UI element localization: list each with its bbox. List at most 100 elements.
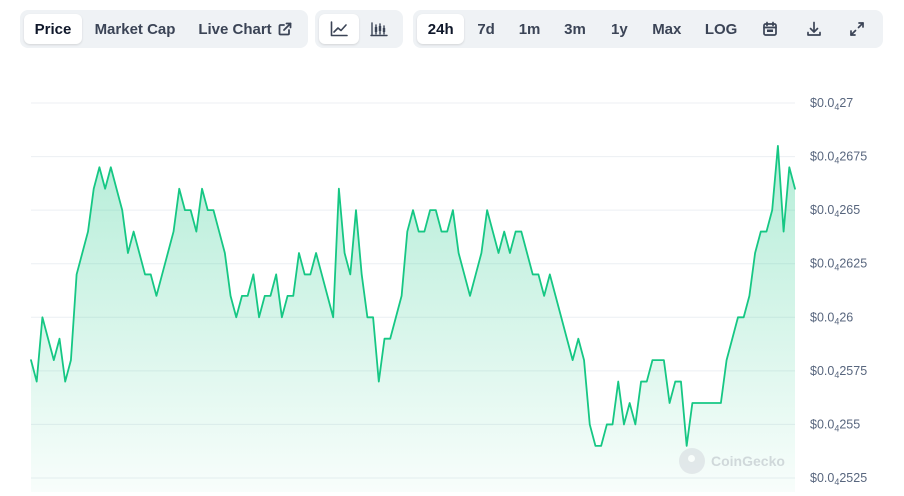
price-point: [646, 381, 648, 383]
price-point: [520, 231, 522, 233]
price-point: [76, 273, 78, 275]
price-point: [549, 273, 551, 275]
coingecko-watermark: CoinGecko: [679, 448, 785, 474]
price-point: [144, 273, 146, 275]
price-point: [275, 273, 277, 275]
price-point: [446, 231, 448, 233]
price-point: [651, 359, 653, 361]
price-point: [583, 359, 585, 361]
price-point: [70, 359, 72, 361]
price-point: [754, 252, 756, 254]
price-point: [458, 252, 460, 254]
price-point: [361, 273, 363, 275]
price-point: [406, 231, 408, 233]
price-point: [304, 273, 306, 275]
price-point: [480, 252, 482, 254]
price-point: [634, 423, 636, 425]
price-point: [167, 252, 169, 254]
price-point: [669, 402, 671, 404]
price-point: [93, 188, 95, 190]
price-point: [760, 231, 762, 233]
price-point: [418, 231, 420, 233]
price-point: [36, 381, 38, 383]
price-point: [190, 209, 192, 211]
price-point: [355, 209, 357, 211]
price-point: [680, 381, 682, 383]
price-point: [292, 295, 294, 297]
price-point: [269, 295, 271, 297]
price-point: [743, 316, 745, 318]
price-point: [469, 295, 471, 297]
price-point: [207, 209, 209, 211]
price-point: [121, 209, 123, 211]
price-point: [241, 295, 243, 297]
price-point: [577, 338, 579, 340]
price-point: [218, 231, 220, 233]
price-point: [429, 209, 431, 211]
price-point: [349, 273, 351, 275]
y-tick-label: $0.04265: [810, 203, 860, 219]
price-point: [617, 381, 619, 383]
price-point: [104, 188, 106, 190]
price-point: [321, 273, 323, 275]
price-point: [230, 295, 232, 297]
price-point: [155, 295, 157, 297]
price-point: [674, 381, 676, 383]
y-tick-label: $0.04255: [810, 417, 860, 433]
price-point: [452, 209, 454, 211]
price-point: [258, 316, 260, 318]
price-point: [201, 188, 203, 190]
price-point: [686, 445, 688, 447]
price-point: [173, 231, 175, 233]
price-point: [59, 338, 61, 340]
price-point: [41, 316, 43, 318]
price-point: [247, 295, 249, 297]
price-point: [663, 359, 665, 361]
price-point: [53, 359, 55, 361]
price-point: [395, 316, 397, 318]
price-point: [629, 402, 631, 404]
price-point: [224, 252, 226, 254]
y-tick-label: $0.042525: [810, 471, 867, 487]
y-axis: $0.0427 $0.042675 $0.04265 $0.042625 $0.0426…: [810, 96, 867, 487]
price-point: [98, 166, 100, 168]
price-point: [435, 209, 437, 211]
price-point: [81, 252, 83, 254]
price-point: [600, 445, 602, 447]
price-point: [332, 316, 334, 318]
price-area-fill: [31, 145, 795, 493]
price-point: [612, 423, 614, 425]
price-point: [708, 402, 710, 404]
price-point: [532, 273, 534, 275]
price-point: [777, 145, 779, 147]
price-point: [150, 273, 152, 275]
price-point: [771, 209, 773, 211]
price-point: [703, 402, 705, 404]
price-point: [526, 252, 528, 254]
price-point: [657, 359, 659, 361]
price-point: [264, 295, 266, 297]
price-chart[interactable]: $0.0427 $0.042675 $0.04265 $0.042625 $0.0426…: [0, 0, 904, 496]
price-point: [503, 231, 505, 233]
price-point: [389, 338, 391, 340]
price-point: [87, 231, 89, 233]
price-point: [326, 295, 328, 297]
price-point: [344, 252, 346, 254]
price-point: [555, 295, 557, 297]
price-point: [138, 252, 140, 254]
price-point: [492, 231, 494, 233]
price-point: [212, 209, 214, 211]
price-point: [594, 445, 596, 447]
price-point: [714, 402, 716, 404]
price-point: [515, 231, 517, 233]
price-point: [110, 166, 112, 168]
price-point: [463, 273, 465, 275]
coingecko-logo-icon: [679, 448, 705, 474]
price-point: [161, 273, 163, 275]
y-tick-label: $0.042675: [810, 150, 867, 166]
price-point: [498, 252, 500, 254]
price-point: [606, 423, 608, 425]
price-point: [748, 295, 750, 297]
price-point: [178, 188, 180, 190]
price-point: [572, 359, 574, 361]
